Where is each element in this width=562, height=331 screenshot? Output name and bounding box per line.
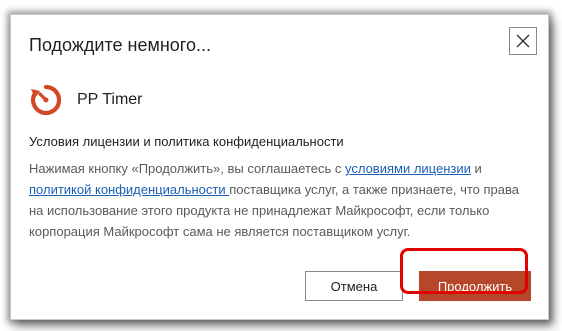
app-name: PP Timer — [77, 91, 143, 108]
cancel-button[interactable]: Отмена — [305, 271, 403, 301]
license-dialog: Подождите немного... PP Timer Условия ли… — [10, 14, 549, 320]
privacy-policy-link[interactable]: политикой конфиденциальности — [29, 182, 229, 197]
continue-button[interactable]: Продолжить — [419, 271, 531, 301]
timer-icon — [30, 84, 62, 116]
app-header: PP Timer — [29, 83, 143, 117]
dialog-title: Подождите немного... — [29, 35, 211, 55]
close-button[interactable] — [509, 27, 537, 55]
close-icon — [516, 34, 530, 48]
license-text: Нажимая кнопку «Продолжить», вы соглашае… — [29, 158, 533, 242]
license-text-part-1: Нажимая кнопку «Продолжить», вы соглашае… — [29, 161, 345, 176]
license-heading: Условия лицензии и политика конфиденциал… — [29, 134, 344, 149]
license-terms-link[interactable]: условиями лицензии — [345, 161, 471, 176]
license-text-part-2: и — [470, 161, 482, 176]
